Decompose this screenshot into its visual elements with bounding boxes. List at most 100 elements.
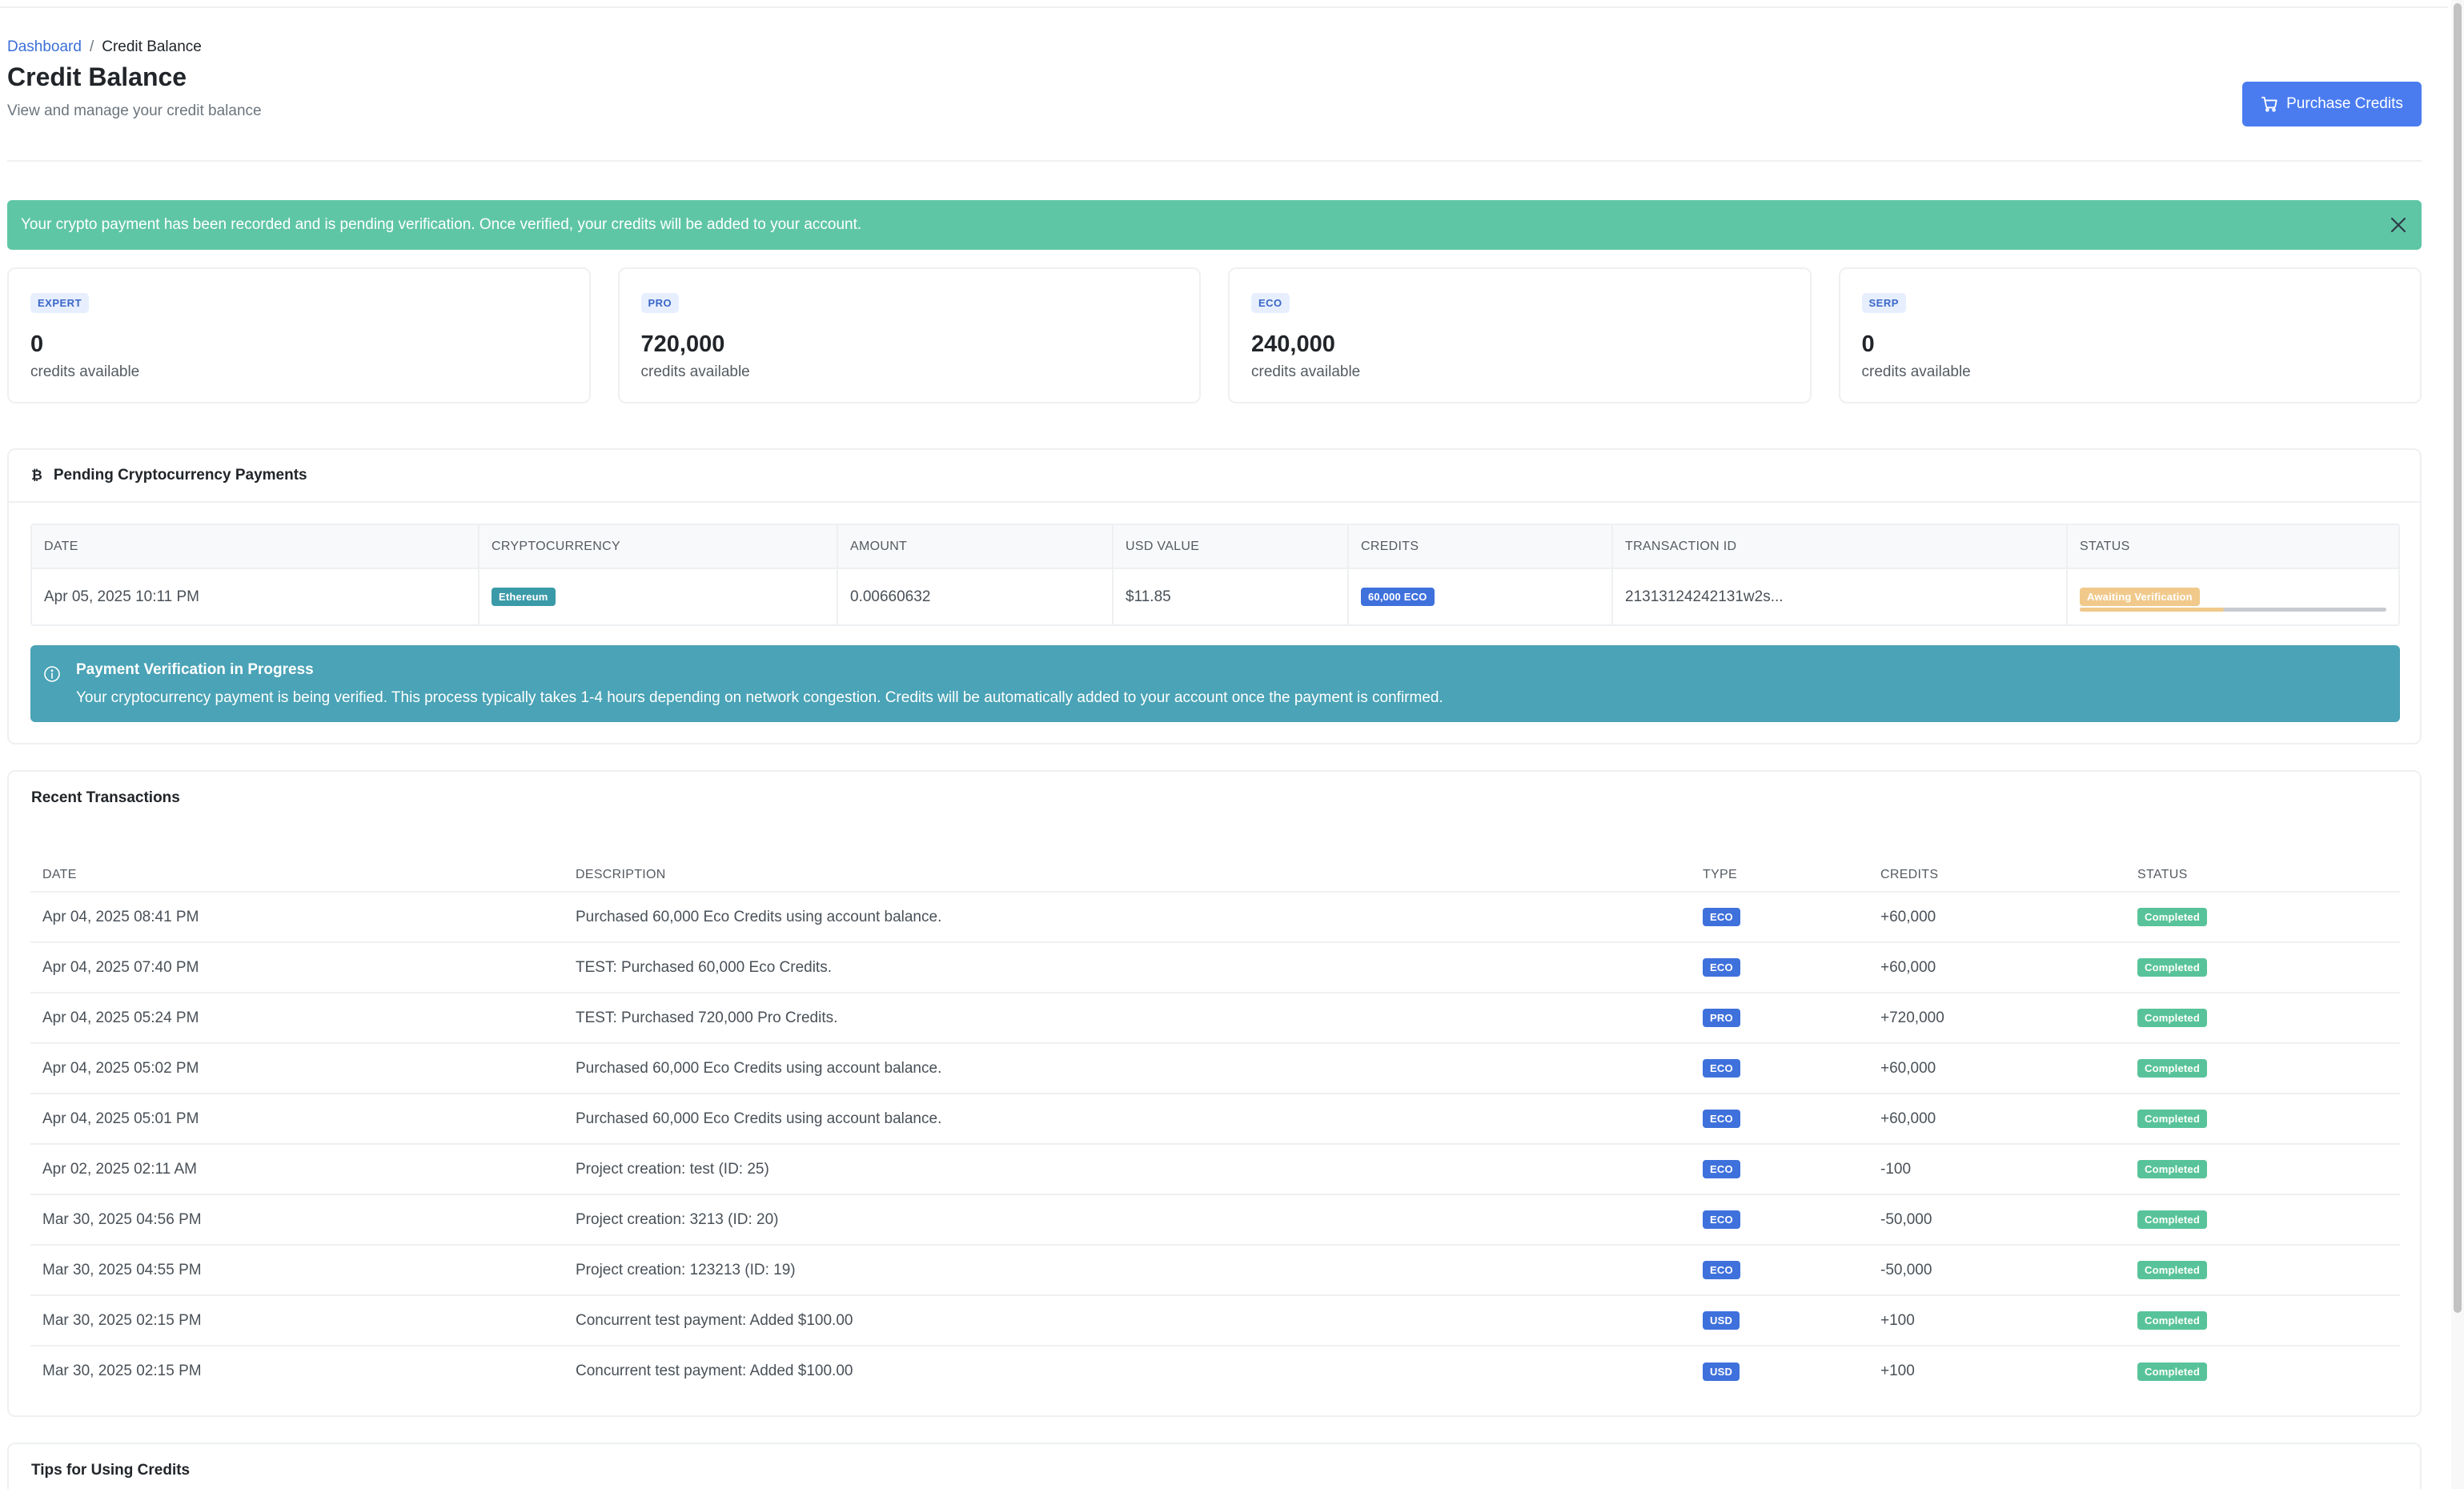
transaction-date: Apr 04, 2025 08:41 PM bbox=[42, 908, 199, 925]
pending-payments-table: DATE CRYPTOCURRENCY AMOUNT USD VALUE CREDITS… bbox=[32, 525, 2398, 624]
table-row: Apr 04, 2025 05:02 PM Purchased 60,000 Ec… bbox=[30, 1043, 2400, 1094]
credit-amount-label: credits available bbox=[640, 363, 750, 380]
credit-card-pro: PRO 720,000 credits available bbox=[617, 267, 1201, 403]
pending-usd-value: $11.85 bbox=[1126, 588, 1171, 605]
breadcrumb-separator: / bbox=[89, 38, 94, 55]
status-badge: Awaiting Verification bbox=[2080, 588, 2200, 606]
info-alert-text: Your cryptocurrency payment is being ver… bbox=[76, 689, 1443, 706]
pending-section-title: Pending Cryptocurrency Payments bbox=[53, 467, 307, 484]
transaction-status-cell: Completed bbox=[2125, 1144, 2400, 1195]
transaction-credits-cell: -50,000 bbox=[1868, 1245, 2125, 1296]
credit-balance-cards: EXPERT 0 credits available PRO 720,000 credit… bbox=[7, 267, 2422, 403]
transaction-status-cell: Completed bbox=[2125, 1245, 2400, 1296]
status-badge: Completed bbox=[2137, 1362, 2207, 1381]
transaction-date-cell: Apr 04, 2025 05:02 PM bbox=[30, 1043, 564, 1094]
transaction-date-cell: Mar 30, 2025 02:15 PM bbox=[30, 1346, 564, 1396]
transaction-credits: +100 bbox=[1880, 1363, 1915, 1379]
transaction-status-cell: Completed bbox=[2125, 1094, 2400, 1145]
pending-table-container: DATE CRYPTOCURRENCY AMOUNT USD VALUE CREDITS… bbox=[30, 524, 2400, 626]
transaction-description: Purchased 60,000 Eco Credits using accou… bbox=[576, 1059, 942, 1077]
recent-column-header: TYPE bbox=[1691, 858, 1868, 893]
pending-column-header: DATE bbox=[32, 525, 480, 569]
pending-column-header: CRYPTOCURRENCY bbox=[479, 525, 838, 569]
payment-recorded-alert: Your crypto payment has been recorded an… bbox=[7, 200, 2422, 250]
crypto-badge: Ethereum bbox=[492, 588, 556, 606]
transaction-description: TEST: Purchased 720,000 Pro Credits. bbox=[576, 1009, 838, 1026]
pending-crypto-cell: Ethereum bbox=[479, 568, 838, 624]
transaction-credits-cell: +60,000 bbox=[1868, 942, 2125, 993]
transaction-description-cell: TEST: Purchased 60,000 Eco Credits. bbox=[564, 942, 1691, 993]
top-divider bbox=[0, 6, 2448, 8]
transaction-date-cell: Mar 30, 2025 04:56 PM bbox=[30, 1194, 564, 1246]
recent-transactions-table: DATE DESCRIPTION TYPE CREDITS STATUS Apr 04,… bbox=[30, 858, 2400, 1396]
pending-column-header: USD VALUE bbox=[1113, 525, 1349, 569]
status-badge: Completed bbox=[2137, 1160, 2207, 1178]
transaction-description-cell: Project creation: 123213 (ID: 19) bbox=[564, 1245, 1691, 1296]
status-badge: Completed bbox=[2137, 1059, 2207, 1078]
pending-date: Apr 05, 2025 10:11 PM bbox=[44, 588, 199, 605]
transaction-date-cell: Apr 04, 2025 05:24 PM bbox=[30, 993, 564, 1044]
close-icon[interactable] bbox=[2386, 213, 2410, 237]
breadcrumb-dashboard-link[interactable]: Dashboard bbox=[7, 38, 82, 56]
tier-badge: PRO bbox=[640, 293, 680, 313]
recent-column-header: CREDITS bbox=[1868, 858, 2125, 893]
recent-column-header: DESCRIPTION bbox=[564, 858, 1691, 893]
credit-amount-label: credits available bbox=[30, 363, 140, 380]
bitcoin-icon: ₿ bbox=[31, 468, 42, 483]
purchase-credits-button[interactable]: Purchase Credits bbox=[2242, 82, 2422, 126]
status-badge: Completed bbox=[2137, 1110, 2207, 1128]
transaction-date: Apr 04, 2025 05:24 PM bbox=[42, 1009, 199, 1026]
type-badge: ECO bbox=[1703, 1160, 1740, 1178]
transaction-description: TEST: Purchased 60,000 Eco Credits. bbox=[576, 958, 832, 976]
tier-badge: ECO bbox=[1251, 293, 1290, 313]
type-badge: ECO bbox=[1703, 1110, 1740, 1128]
pending-credits-cell: 60,000 ECO bbox=[1348, 568, 1613, 624]
pending-column-header: STATUS bbox=[2067, 525, 2398, 569]
table-row: Mar 30, 2025 02:15 PM Concurrent test pay… bbox=[30, 1346, 2400, 1396]
credit-card-expert: EXPERT 0 credits available bbox=[7, 267, 591, 403]
pending-column-header: CREDITS bbox=[1348, 525, 1613, 569]
type-badge: ECO bbox=[1703, 958, 1740, 977]
transaction-status-cell: Completed bbox=[2125, 892, 2400, 943]
type-badge: USD bbox=[1703, 1311, 1740, 1330]
transaction-credits: +60,000 bbox=[1880, 1059, 1936, 1077]
recent-section-header: Recent Transactions bbox=[9, 772, 2420, 825]
scrollbar-thumb[interactable] bbox=[2454, 3, 2462, 1313]
transaction-description-cell: Purchased 60,000 Eco Credits using accou… bbox=[564, 1094, 1691, 1145]
table-row: Apr 04, 2025 07:40 PM TEST: Purchased 60,… bbox=[30, 942, 2400, 993]
vertical-scrollbar[interactable] bbox=[2451, 0, 2464, 1489]
transaction-credits: -100 bbox=[1880, 1160, 1912, 1178]
transaction-credits: -50,000 bbox=[1880, 1210, 1932, 1228]
transaction-description-cell: TEST: Purchased 720,000 Pro Credits. bbox=[564, 993, 1691, 1044]
transaction-credits: +60,000 bbox=[1880, 1110, 1936, 1127]
transaction-type-cell: ECO bbox=[1691, 1094, 1868, 1145]
transaction-description: Project creation: test (ID: 25) bbox=[576, 1160, 769, 1178]
credit-amount-label: credits available bbox=[1861, 363, 1971, 380]
transaction-date: Mar 30, 2025 04:56 PM bbox=[42, 1210, 202, 1228]
pending-date-cell: Apr 05, 2025 10:11 PM bbox=[32, 568, 480, 624]
table-row: Apr 04, 2025 05:24 PM TEST: Purchased 720… bbox=[30, 993, 2400, 1044]
transaction-credits-cell: +720,000 bbox=[1868, 993, 2125, 1044]
transaction-type-cell: ECO bbox=[1691, 1144, 1868, 1195]
transaction-date-cell: Mar 30, 2025 04:55 PM bbox=[30, 1245, 564, 1296]
status-badge: Completed bbox=[2137, 1009, 2207, 1027]
transaction-date-cell: Mar 30, 2025 02:15 PM bbox=[30, 1295, 564, 1347]
credit-amount: 0 bbox=[30, 331, 44, 357]
type-badge: ECO bbox=[1703, 908, 1740, 926]
credit-amount: 240,000 bbox=[1251, 331, 1335, 357]
type-badge: ECO bbox=[1703, 1059, 1740, 1078]
credit-amount: 720,000 bbox=[640, 331, 725, 357]
pending-column-header: TRANSACTION ID bbox=[1612, 525, 2068, 569]
transaction-credits: +100 bbox=[1880, 1311, 1915, 1329]
transaction-description: Project creation: 123213 (ID: 19) bbox=[576, 1261, 796, 1278]
pending-table-header-row: DATE CRYPTOCURRENCY AMOUNT USD VALUE CREDITS… bbox=[32, 525, 2398, 569]
transaction-credits-cell: +100 bbox=[1868, 1295, 2125, 1347]
pending-usd-cell: $11.85 bbox=[1113, 568, 1349, 624]
status-badge: Completed bbox=[2137, 1311, 2207, 1330]
transaction-description-cell: Project creation: test (ID: 25) bbox=[564, 1144, 1691, 1195]
pending-txid-cell: 21313124242131w2s... bbox=[1612, 568, 2068, 624]
transaction-description-cell: Purchased 60,000 Eco Credits using accou… bbox=[564, 1043, 1691, 1094]
transaction-status-cell: Completed bbox=[2125, 1043, 2400, 1094]
verification-info-alert: Payment Verification in Progress Your cr… bbox=[30, 645, 2400, 722]
pending-amount: 0.00660632 bbox=[850, 588, 931, 605]
